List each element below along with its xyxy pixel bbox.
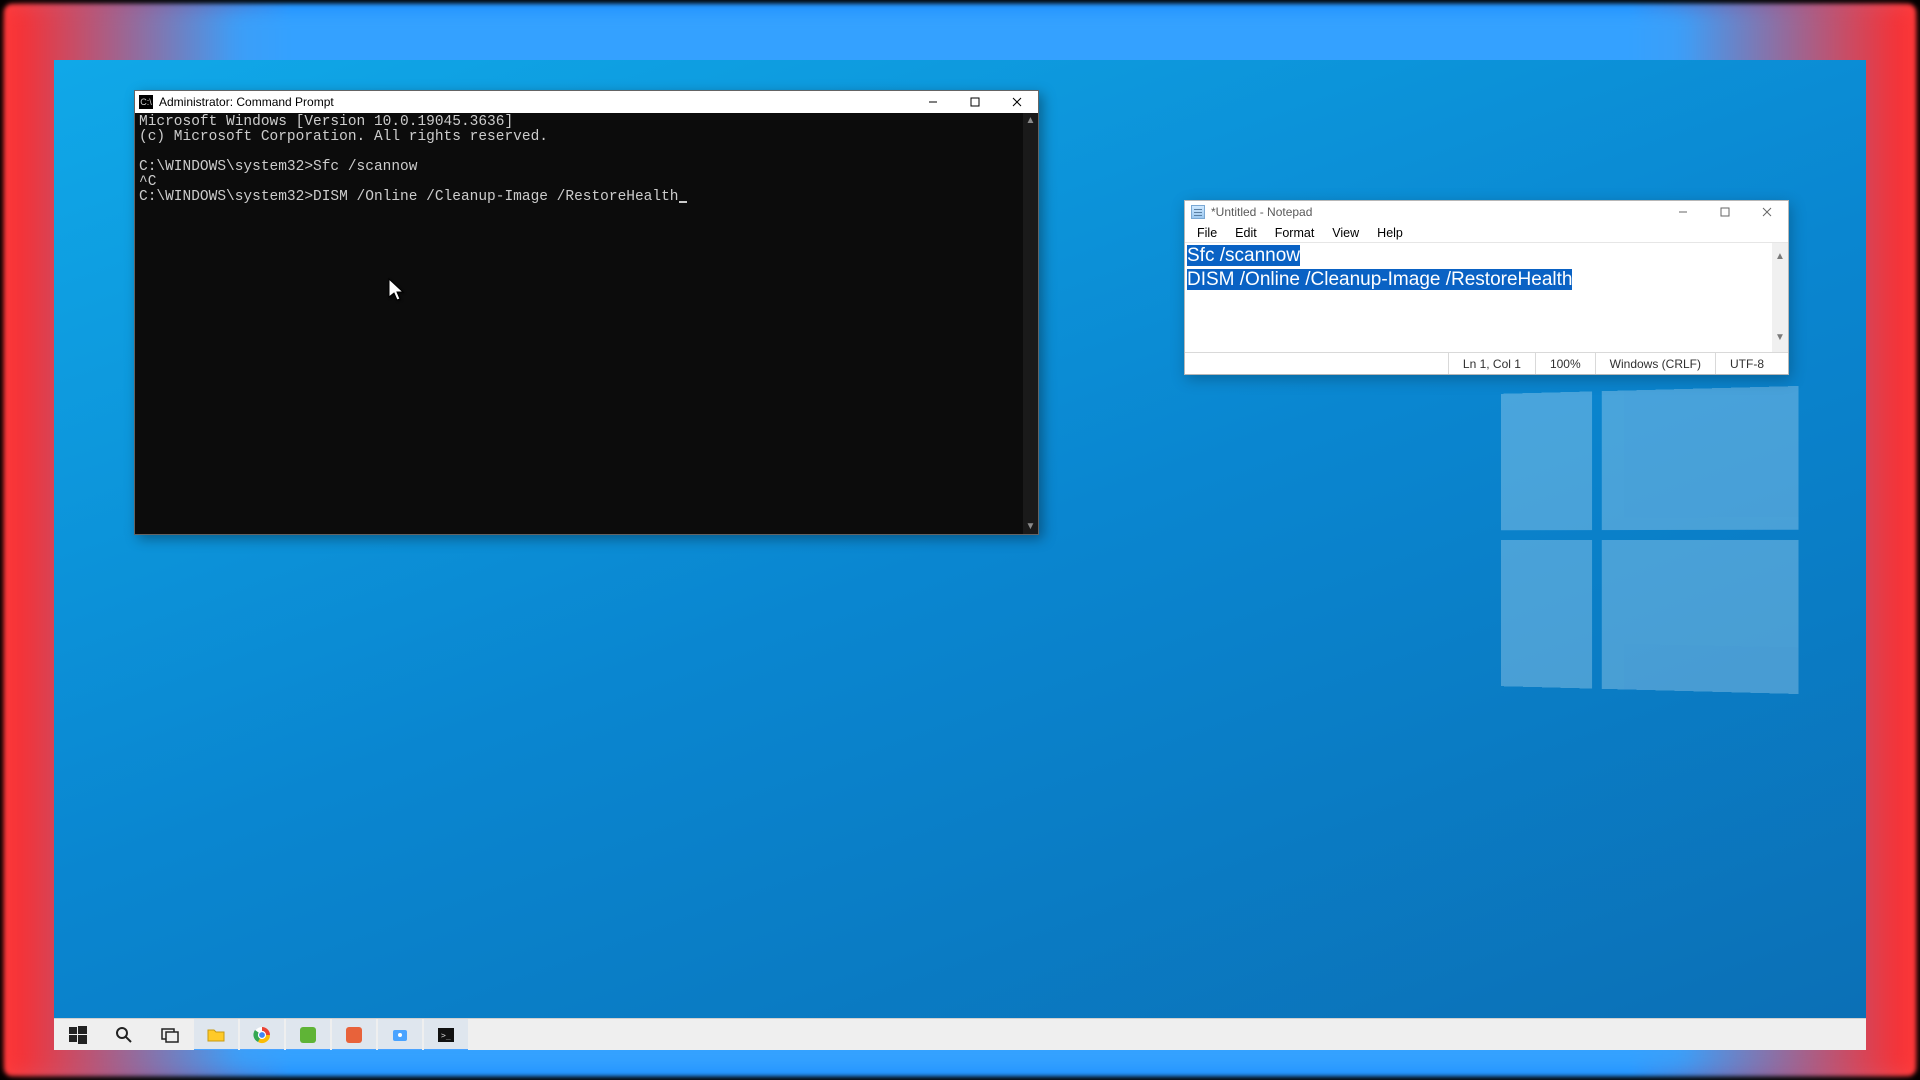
folder-icon	[207, 1026, 225, 1044]
minimize-icon	[1678, 207, 1688, 217]
maximize-icon	[1720, 207, 1730, 217]
status-position: Ln 1, Col 1	[1448, 353, 1535, 374]
app-icon	[299, 1026, 317, 1044]
notepad-textarea[interactable]: Sfc /scannow DISM /Online /Cleanup-Image…	[1185, 243, 1788, 352]
terminal-icon: >_	[437, 1026, 455, 1044]
taskbar[interactable]: >_	[54, 1018, 1866, 1050]
windows-logo-wallpaper	[1501, 386, 1798, 694]
minimize-button[interactable]	[1662, 201, 1704, 223]
taskview-icon	[161, 1026, 179, 1044]
taskbar-app-green[interactable]	[286, 1019, 330, 1051]
cmd-terminal-output[interactable]: Microsoft Windows [Version 10.0.19045.36…	[135, 113, 1023, 534]
scroll-up-icon[interactable]: ▲	[1026, 115, 1036, 126]
cmd-scrollbar[interactable]: ▲ ▼	[1023, 113, 1038, 534]
search-button[interactable]	[102, 1019, 146, 1051]
notepad-titlebar[interactable]: *Untitled - Notepad	[1185, 201, 1788, 223]
status-encoding: UTF-8	[1715, 353, 1788, 374]
status-zoom: 100%	[1535, 353, 1595, 374]
minimize-icon	[928, 97, 938, 107]
cmd-line: C:\WINDOWS\system32>DISM /Online /Cleanu…	[139, 189, 679, 205]
cmd-line: ^C	[139, 174, 156, 190]
command-prompt-window[interactable]: C:\ Administrator: Command Prompt Micros…	[134, 90, 1039, 535]
svg-text:>_: >_	[441, 1031, 451, 1040]
cmd-titlebar[interactable]: C:\ Administrator: Command Prompt	[135, 91, 1038, 113]
close-button[interactable]	[996, 91, 1038, 113]
cmd-line: (c) Microsoft Corporation. All rights re…	[139, 129, 548, 145]
minimize-button[interactable]	[912, 91, 954, 113]
selected-text: DISM /Online /Cleanup-Image /RestoreHeal…	[1187, 269, 1572, 290]
cmd-line: C:\WINDOWS\system32>Sfc /scannow	[139, 159, 417, 175]
close-icon	[1762, 207, 1772, 217]
cmd-icon: C:\	[139, 95, 153, 109]
maximize-button[interactable]	[954, 91, 996, 113]
close-icon	[1012, 97, 1022, 107]
desktop[interactable]: C:\ Administrator: Command Prompt Micros…	[54, 60, 1866, 1050]
taskbar-chrome[interactable]	[240, 1019, 284, 1051]
menu-format[interactable]: Format	[1267, 224, 1323, 242]
status-eol: Windows (CRLF)	[1595, 353, 1715, 374]
notepad-icon	[1191, 205, 1205, 219]
maximize-icon	[970, 97, 980, 107]
windows-icon	[69, 1026, 87, 1044]
notepad-title: *Untitled - Notepad	[1211, 205, 1312, 219]
cmd-cursor	[679, 201, 687, 203]
menu-help[interactable]: Help	[1369, 224, 1411, 242]
taskview-button[interactable]	[148, 1019, 192, 1051]
menu-file[interactable]: File	[1189, 224, 1225, 242]
maximize-button[interactable]	[1704, 201, 1746, 223]
notepad-menubar[interactable]: File Edit Format View Help	[1185, 223, 1788, 243]
scroll-up-icon[interactable]: ▲	[1775, 245, 1785, 269]
selected-text: Sfc /scannow	[1187, 245, 1300, 266]
cmd-line: Microsoft Windows [Version 10.0.19045.36…	[139, 114, 513, 130]
taskbar-file-explorer[interactable]	[194, 1019, 238, 1051]
taskbar-app-blue[interactable]	[378, 1019, 422, 1051]
search-icon	[115, 1026, 133, 1044]
neon-frame: C:\ Administrator: Command Prompt Micros…	[0, 0, 1920, 1080]
menu-view[interactable]: View	[1324, 224, 1367, 242]
notepad-window[interactable]: *Untitled - Notepad File Edit Format Vie…	[1184, 200, 1789, 375]
notepad-scrollbar[interactable]: ▲ ▼	[1772, 243, 1788, 352]
close-button[interactable]	[1746, 201, 1788, 223]
app-icon	[345, 1026, 363, 1044]
menu-edit[interactable]: Edit	[1227, 224, 1265, 242]
cmd-title: Administrator: Command Prompt	[159, 95, 334, 109]
start-button[interactable]	[56, 1019, 100, 1051]
scroll-down-icon[interactable]: ▼	[1026, 521, 1036, 532]
notepad-statusbar: Ln 1, Col 1 100% Windows (CRLF) UTF-8	[1185, 352, 1788, 374]
chrome-icon	[253, 1026, 271, 1044]
taskbar-cmd[interactable]: >_	[424, 1019, 468, 1051]
app-icon	[391, 1026, 409, 1044]
scroll-down-icon[interactable]: ▼	[1775, 326, 1785, 350]
taskbar-app-orange[interactable]	[332, 1019, 376, 1051]
